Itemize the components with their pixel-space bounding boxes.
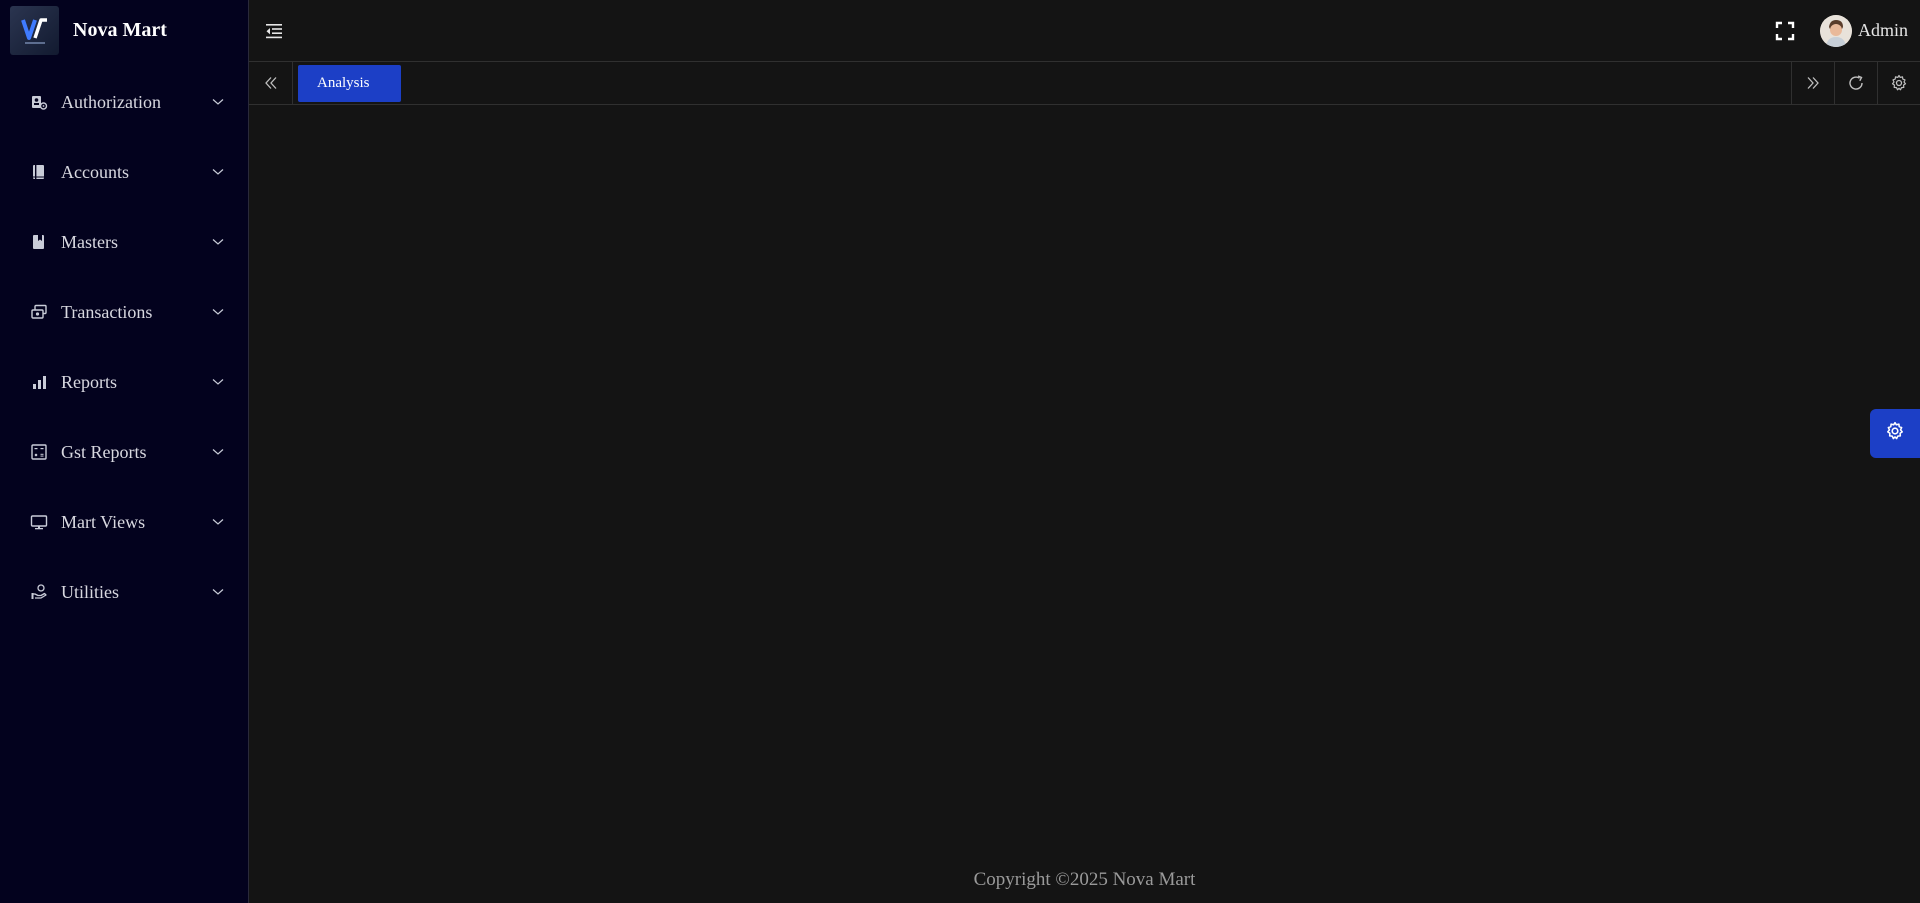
book-icon	[29, 162, 49, 182]
brand[interactable]: Nova Mart	[0, 0, 248, 60]
sidebar-item-masters[interactable]: Masters	[0, 207, 248, 277]
fullscreen-icon[interactable]	[1774, 20, 1796, 42]
sidebar-item-gst-reports[interactable]: Gst Reports	[0, 417, 248, 487]
refresh-icon[interactable]	[1834, 62, 1877, 104]
sidebar-item-label: Mart Views	[61, 511, 146, 532]
brand-name: Nova Mart	[73, 18, 167, 41]
avatar	[1819, 14, 1852, 47]
footer: Copyright ©2025 Nova Mart	[249, 863, 1920, 903]
tab-scroll-right-icon[interactable]	[1791, 62, 1834, 104]
user-menu[interactable]: Admin	[1819, 14, 1908, 47]
menu-collapse-icon[interactable]	[263, 20, 285, 42]
sidebar-item-label: Accounts	[61, 161, 129, 182]
gear-icon	[1885, 421, 1905, 446]
tab-bar: Analysis	[249, 62, 1920, 105]
monitor-icon	[29, 512, 49, 532]
logo-mark-icon	[20, 18, 47, 44]
sidebar-item-label: Reports	[61, 371, 117, 392]
chevron-down-icon	[212, 446, 224, 458]
user-lock-icon	[29, 92, 49, 112]
sidebar: Nova Mart Authorization Accounts Masters…	[0, 0, 249, 903]
sidebar-item-transactions[interactable]: Transactions	[0, 277, 248, 347]
main-area: Admin Analysis Copyright ©2025 Nova Mart	[249, 0, 1920, 903]
chevron-down-icon	[212, 236, 224, 248]
tab-scroll-left-icon[interactable]	[249, 62, 293, 104]
sidebar-item-reports[interactable]: Reports	[0, 347, 248, 417]
chevron-down-icon	[212, 96, 224, 108]
sidebar-item-mart-views[interactable]: Mart Views	[0, 487, 248, 557]
sidebar-item-label: Authorization	[61, 91, 161, 112]
tab-analysis[interactable]: Analysis	[298, 64, 401, 102]
user-name: Admin	[1857, 20, 1908, 40]
bookmark-book-icon	[29, 232, 49, 252]
chevron-down-icon	[212, 586, 224, 598]
bar-chart-icon	[29, 372, 49, 392]
sidebar-item-utilities[interactable]: Utilities	[0, 557, 248, 627]
calculator-icon	[29, 442, 49, 462]
transactions-icon	[29, 302, 49, 322]
chevron-down-icon	[212, 376, 224, 388]
chevron-down-icon	[212, 306, 224, 318]
sidebar-item-accounts[interactable]: Accounts	[0, 137, 248, 207]
gear-icon[interactable]	[1877, 62, 1920, 104]
chevron-down-icon	[212, 166, 224, 178]
sidebar-item-label: Utilities	[61, 581, 119, 602]
sidebar-item-label: Transactions	[61, 301, 153, 322]
hand-coin-icon	[29, 582, 49, 602]
tab-label: Analysis	[317, 74, 370, 91]
content-area	[249, 105, 1920, 863]
brand-logo	[10, 5, 59, 55]
sidebar-item-label: Masters	[61, 231, 118, 252]
tabs-list: Analysis	[293, 64, 1791, 102]
copyright-text: Copyright ©2025 Nova Mart	[973, 869, 1196, 890]
app-root: Nova Mart Authorization Accounts Masters…	[0, 0, 1920, 903]
sidebar-item-authorization[interactable]: Authorization	[0, 67, 248, 137]
sidebar-item-label: Gst Reports	[61, 441, 147, 462]
sidebar-menu: Authorization Accounts Masters Transacti…	[0, 67, 248, 627]
top-header: Admin	[249, 0, 1920, 62]
floating-settings-button[interactable]	[1870, 409, 1920, 458]
chevron-down-icon	[212, 516, 224, 528]
